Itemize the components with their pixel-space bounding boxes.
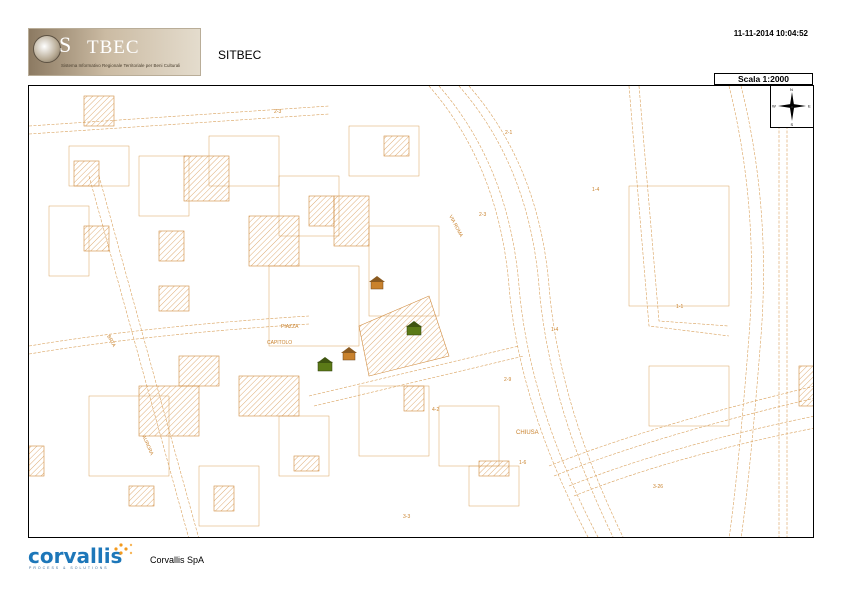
scale-label: Scala 1:2000 (714, 73, 813, 85)
place-label-capitolo: CAPITOLO (267, 340, 292, 346)
app-title: SITBEC (218, 48, 262, 62)
sparkle-dots-icon (114, 543, 133, 555)
house-number: 2-1 (505, 130, 512, 136)
house-number: 1-6 (519, 460, 526, 466)
place-label-chiusa: CHIUSA (516, 430, 539, 436)
logo-subtitle: Sistema Informativo Regionale Territoria… (61, 63, 181, 68)
compass-e: E (808, 104, 811, 109)
heritage-building-icon-3[interactable] (317, 357, 333, 372)
compass-s: S (791, 122, 794, 127)
house-number: 2-3 (479, 212, 486, 218)
corvallis-logo-word: corvallis (28, 544, 123, 568)
map-view[interactable]: VIA ROMA PIAZZA CAPITOLO CHIUSA BRTA AUR… (28, 85, 814, 538)
compass-icon: N S E W (772, 87, 811, 127)
globe-icon (33, 35, 61, 63)
corvallis-logo: corvallis PROCESS & SOLUTIONS (28, 540, 136, 574)
house-number: 2-9 (504, 377, 511, 383)
heritage-building-icon-1[interactable] (369, 276, 385, 290)
house-number: 1-1 (676, 304, 683, 310)
house-number: 3-26 (653, 484, 663, 490)
company-name: Corvallis SpA (150, 555, 205, 565)
house-number: 4-2 (432, 407, 439, 413)
map-canvas: VIA ROMA PIAZZA CAPITOLO CHIUSA BRTA AUR… (29, 86, 813, 537)
street-label-aurora: AURORA (140, 434, 154, 457)
house-number: 1-4 (592, 187, 599, 193)
street-label-brta: BRTA (105, 334, 117, 349)
compass-n: N (790, 87, 793, 92)
logo-text: TBEC (87, 37, 140, 58)
house-number: 3-3 (403, 514, 410, 520)
heritage-building-icon-4[interactable] (341, 347, 357, 361)
house-number: 2-3 (274, 109, 281, 115)
corvallis-logo-tag: PROCESS & SOLUTIONS (29, 566, 109, 570)
place-label-piazza: PIAZZA (281, 324, 299, 330)
logo-letter-s: S (59, 32, 72, 57)
house-number: 1-4 (551, 327, 558, 333)
street-label-via-roma: VIA ROMA (447, 214, 464, 239)
compass-rose: N S E W (770, 86, 813, 128)
compass-w: W (772, 104, 776, 109)
print-timestamp: 11-11-2014 10:04:52 (733, 29, 808, 38)
sitbec-logo: S TBEC Sistema Informativo Regionale Ter… (28, 28, 201, 76)
